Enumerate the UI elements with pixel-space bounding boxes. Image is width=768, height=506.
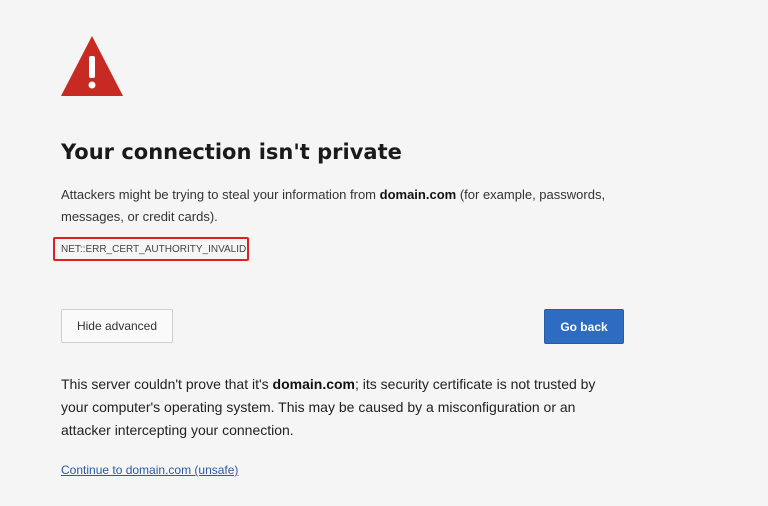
warning-triangle-icon	[60, 34, 124, 98]
error-code[interactable]: NET::ERR_CERT_AUTHORITY_INVALID	[53, 237, 249, 261]
page-title: Your connection isn't private	[61, 140, 402, 164]
description-prefix: Attackers might be trying to steal your …	[61, 187, 380, 202]
go-back-button[interactable]: Go back	[544, 309, 624, 344]
hide-advanced-button[interactable]: Hide advanced	[61, 309, 173, 343]
advanced-details: This server couldn't prove that it's dom…	[61, 373, 621, 442]
error-description: Attackers might be trying to steal your …	[61, 184, 641, 228]
description-domain: domain.com	[379, 187, 457, 202]
proceed-unsafe-link[interactable]: Continue to domain.com (unsafe)	[61, 463, 238, 477]
error-code-text: NET::ERR_CERT_AUTHORITY_INVALID	[61, 243, 247, 255]
advanced-text-prefix: This server couldn't prove that it's	[61, 376, 273, 392]
advanced-text-domain: domain.com	[272, 376, 356, 392]
